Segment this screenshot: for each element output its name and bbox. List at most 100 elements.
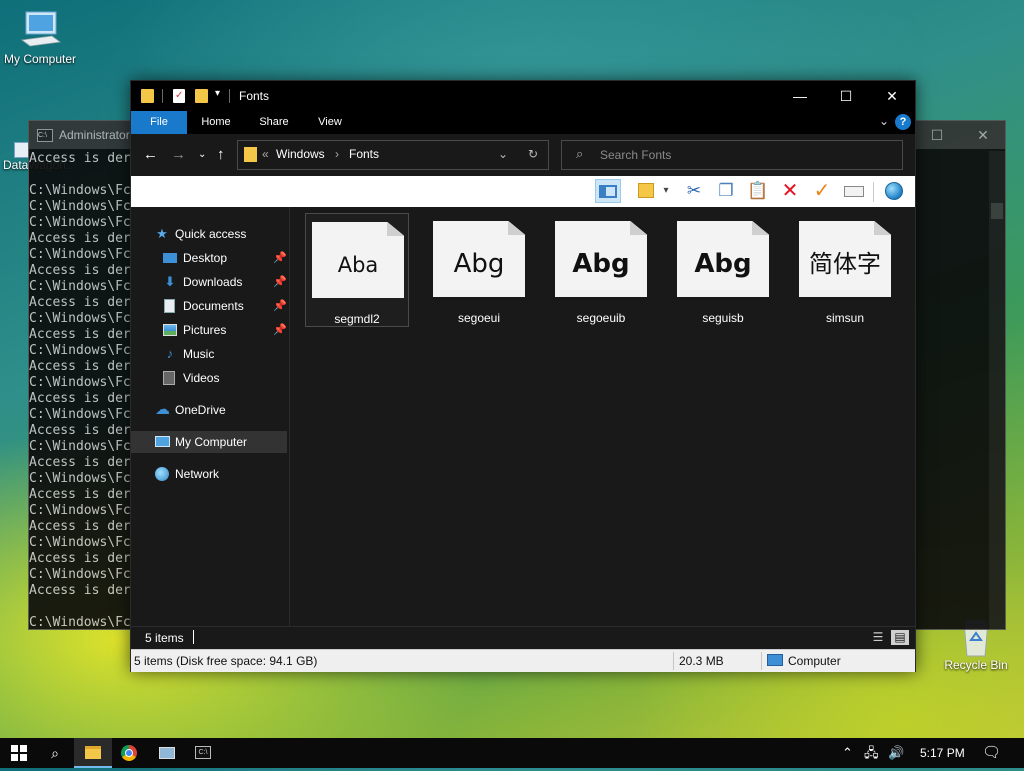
console-line: C:\Windows\Fc — [29, 183, 131, 198]
font-file-icon: Abg — [677, 221, 769, 297]
nav-music[interactable]: ♪ Music — [131, 343, 287, 365]
nav-label: Music — [183, 347, 215, 361]
customize-quick-access-icon[interactable]: ▾ — [215, 88, 220, 99]
font-file-name: segoeui — [457, 311, 501, 325]
explorer-titlebar[interactable]: ✓ ▾ Fonts — ☐ ✕ — [131, 81, 915, 111]
nav-documents[interactable]: Documents 📌 — [131, 295, 287, 317]
new-folder-icon[interactable] — [195, 89, 208, 103]
properties-folder-icon[interactable] — [633, 179, 659, 203]
window-title: Fonts — [239, 89, 270, 103]
nav-label: Pictures — [183, 323, 227, 337]
network-status-icon[interactable]: 🖧 — [864, 738, 879, 768]
nav-videos[interactable]: Videos — [131, 367, 287, 389]
font-file-icon: Abg — [433, 221, 525, 297]
tab-home[interactable]: Home — [191, 111, 241, 134]
search-icon[interactable]: ⌕ — [36, 738, 74, 768]
nav-downloads[interactable]: ⬇ Downloads 📌 — [131, 271, 287, 293]
details-view-icon[interactable]: ☰ — [869, 630, 887, 645]
tab-view[interactable]: View — [305, 111, 355, 134]
help-icon[interactable]: ? — [895, 114, 911, 130]
console-line: Access is der — [29, 455, 131, 470]
breadcrumb-fonts[interactable]: Fonts — [349, 147, 379, 161]
console-line: Access is der — [29, 327, 131, 342]
remote-desktop-icon[interactable] — [148, 738, 186, 768]
nav-label: Quick access — [175, 227, 247, 241]
minimize-button[interactable]: — — [777, 81, 823, 111]
font-file-item[interactable]: Abg segoeuib — [549, 213, 653, 327]
expand-ribbon-icon[interactable]: ⌄ — [879, 114, 889, 128]
large-icons-view-icon[interactable]: ▤ — [891, 630, 909, 645]
taskbar: ⌕ C:\ ⌃ 🖧 🔊 5:17 PM 🗨 — [0, 738, 1024, 768]
rename-icon[interactable] — [841, 179, 867, 203]
delete-icon[interactable]: ✕ — [777, 179, 803, 203]
font-file-item[interactable]: Aba segmdl2 — [305, 213, 409, 327]
forward-arrow-icon[interactable]: → — [171, 146, 186, 163]
address-history-chevron-icon[interactable]: ⌄ — [498, 147, 508, 161]
console-line: C:\Windows\Fc — [29, 199, 131, 214]
console-scroll-thumb[interactable] — [991, 203, 1003, 219]
tab-file[interactable]: File — [131, 111, 187, 134]
console-line: C:\Windows\Fc — [29, 615, 131, 630]
checkmark-icon[interactable]: ✓ — [809, 179, 835, 203]
action-center-icon[interactable]: 🗨 — [982, 738, 1001, 768]
console-line: C:\Windows\Fc — [29, 375, 131, 390]
status-info: 5 items (Disk free space: 94.1 GB) — [134, 654, 318, 668]
volume-icon[interactable]: 🔊 — [888, 738, 904, 768]
close-button[interactable]: ✕ — [869, 81, 915, 111]
properties-icon[interactable]: ✓ — [173, 89, 185, 103]
show-hidden-icons-chevron[interactable]: ⌃ — [842, 738, 853, 768]
breadcrumb-windows[interactable]: Windows — [276, 147, 325, 161]
chrome-icon[interactable] — [110, 738, 148, 768]
font-file-item[interactable]: Abg seguisb — [671, 213, 775, 327]
pin-icon[interactable]: 📌 — [273, 319, 287, 341]
pin-icon[interactable]: 📌 — [273, 295, 287, 317]
file-explorer-taskbar-icon[interactable] — [74, 738, 112, 768]
recent-locations-chevron-icon[interactable]: ⌄ — [198, 149, 206, 160]
pin-icon[interactable]: 📌 — [273, 271, 287, 293]
console-scrollbar[interactable] — [989, 151, 1005, 629]
toolbar-separator — [873, 182, 874, 202]
console-title: Administrator — [59, 128, 130, 142]
nav-network[interactable]: Network — [131, 463, 287, 485]
pin-icon[interactable]: 📌 — [273, 247, 287, 269]
refresh-icon[interactable]: ↻ — [528, 147, 538, 161]
console-line: Access is der — [29, 151, 131, 166]
address-bar[interactable]: « Windows › Fonts ⌄ ↻ — [237, 140, 549, 170]
videos-icon — [163, 371, 177, 385]
up-arrow-icon[interactable]: ↑ — [217, 146, 225, 163]
nav-onedrive[interactable]: ☁ OneDrive — [131, 399, 287, 421]
preview-pane-icon[interactable] — [595, 179, 621, 203]
copy-icon[interactable]: ❐ — [713, 179, 739, 203]
download-icon: ⬇ — [164, 274, 176, 289]
close-icon[interactable]: ✕ — [969, 125, 997, 145]
clock[interactable]: 5:17 PM — [920, 738, 965, 768]
explorer-window[interactable]: ✓ ▾ Fonts — ☐ ✕ File Home Share View ⌄ ?… — [130, 80, 916, 672]
start-button[interactable] — [0, 738, 38, 768]
desktop-icon-my-computer[interactable]: My Computer — [0, 8, 80, 66]
cut-icon[interactable]: ✂ — [681, 179, 707, 203]
command-toolbar: ▾ ✂ ❐ 📋 ✕ ✓ — [131, 176, 915, 207]
font-file-item[interactable]: 简体字 simsun — [793, 213, 897, 327]
console-line: C:\Windows\Fc — [29, 215, 131, 230]
globe-icon[interactable] — [881, 179, 907, 203]
nav-desktop[interactable]: Desktop 📌 — [131, 247, 287, 269]
nav-quick-access[interactable]: ★ Quick access — [131, 223, 287, 245]
options-dropdown-icon[interactable]: ▾ — [659, 179, 673, 203]
console-output: Access is der C:\Windows\Fc C:\Windows\Fc… — [29, 151, 139, 631]
command-prompt-taskbar-icon[interactable]: C:\ — [184, 738, 222, 768]
nav-my-computer[interactable]: My Computer — [131, 431, 287, 453]
address-overflow-chevron[interactable]: « — [262, 147, 269, 161]
search-box[interactable]: ⌕ — [561, 140, 903, 170]
separator — [162, 89, 163, 103]
nav-pictures[interactable]: Pictures 📌 — [131, 319, 287, 341]
maximize-button[interactable]: ☐ — [823, 81, 869, 111]
tab-share[interactable]: Share — [249, 111, 299, 134]
music-icon: ♪ — [166, 346, 174, 361]
font-file-item[interactable]: Abg segoeui — [427, 213, 531, 327]
paste-icon[interactable]: 📋 — [745, 179, 771, 203]
maximize-icon[interactable]: ☐ — [923, 125, 951, 145]
back-arrow-icon[interactable]: ← — [143, 146, 158, 163]
font-sample: Abg — [453, 249, 505, 279]
nav-label: OneDrive — [175, 403, 226, 417]
search-input[interactable] — [598, 146, 892, 164]
